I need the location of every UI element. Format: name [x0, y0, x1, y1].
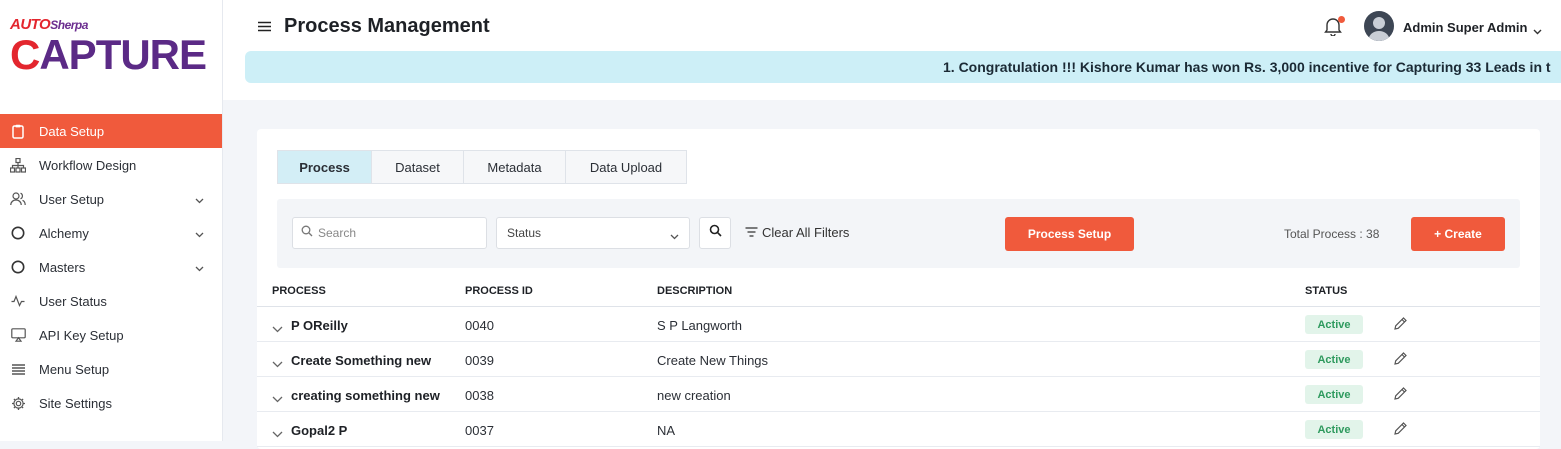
chevron-down-icon[interactable]	[1533, 22, 1542, 40]
logo-c-text: C	[10, 31, 40, 78]
sidebar-item-alchemy[interactable]: Alchemy	[0, 216, 222, 250]
sidebar-item-label: User Status	[39, 293, 107, 309]
sidebar-nav: Data Setup Workflow Design User Setup Al…	[0, 114, 222, 420]
table-row[interactable]: Gopal2 P 0037 NA Active	[257, 412, 1540, 447]
pencil-icon[interactable]	[1393, 316, 1408, 336]
status-badge: Active	[1305, 315, 1363, 334]
logo-apture-text: APTURE	[39, 31, 207, 78]
chevron-down-icon[interactable]	[272, 320, 283, 338]
announcement-ticker: 1. Congratulation !!! Kishore Kumar has …	[245, 51, 1561, 83]
sidebar-item-masters[interactable]: Masters	[0, 250, 222, 284]
process-card: Process Dataset Metadata Data Upload Sta…	[257, 129, 1540, 449]
chevron-down-icon[interactable]	[272, 425, 283, 443]
table-row[interactable]: P OReilly 0040 S P Langworth Active	[257, 307, 1540, 342]
process-description: Create New Things	[657, 353, 769, 368]
process-description: S P Langworth	[657, 318, 743, 333]
status-badge: Active	[1305, 420, 1363, 439]
clear-filters-button[interactable]: Clear All Filters	[745, 225, 849, 240]
search-icon	[709, 224, 722, 242]
process-id: 0037	[465, 423, 494, 438]
sitemap-icon	[10, 157, 26, 173]
sidebar-item-label: API Key Setup	[39, 327, 124, 343]
pencil-icon[interactable]	[1393, 351, 1408, 371]
pencil-icon[interactable]	[1393, 421, 1408, 441]
create-button[interactable]: + Create	[1411, 217, 1505, 251]
sidebar-item-label: Workflow Design	[39, 157, 137, 173]
sidebar-item-label: Masters	[39, 259, 86, 275]
circle-icon	[10, 259, 26, 275]
clipboard-icon	[10, 123, 26, 139]
process-id: 0039	[465, 353, 494, 368]
sidebar-item-api-key-setup[interactable]: API Key Setup	[0, 318, 222, 352]
user-name[interactable]: Admin Super Admin	[1403, 20, 1527, 35]
hamburger-menu-icon[interactable]	[258, 19, 271, 37]
logo-sherpa-text: Sherpa	[50, 18, 88, 32]
process-description: new creation	[657, 388, 731, 403]
table-row[interactable]: creating something new 0038 new creation…	[257, 377, 1540, 412]
monitor-icon	[10, 327, 26, 343]
process-name: creating something new	[291, 388, 440, 403]
chevron-down-icon	[195, 260, 204, 275]
column-header-process[interactable]: PROCESS	[272, 285, 326, 297]
sidebar-item-label: Site Settings	[39, 395, 112, 411]
chevron-down-icon	[195, 226, 204, 241]
chevron-down-icon[interactable]	[272, 390, 283, 408]
notification-dot	[1338, 16, 1345, 23]
tab-process[interactable]: Process	[278, 151, 372, 183]
chevron-down-icon[interactable]	[272, 355, 283, 373]
search-button[interactable]	[699, 217, 731, 249]
column-header-status[interactable]: STATUS	[1305, 285, 1347, 297]
avatar[interactable]	[1364, 11, 1394, 41]
sidebar-item-label: User Setup	[39, 191, 105, 207]
tab-dataset[interactable]: Dataset	[372, 151, 464, 183]
tab-data-upload[interactable]: Data Upload	[566, 151, 686, 183]
ticker-text: 1. Congratulation !!! Kishore Kumar has …	[943, 59, 1551, 75]
process-id: 0038	[465, 388, 494, 403]
sidebar-item-menu-setup[interactable]: Menu Setup	[0, 352, 222, 386]
sidebar-item-user-setup[interactable]: User Setup	[0, 182, 222, 216]
status-badge: Active	[1305, 385, 1363, 404]
sidebar-item-label: Alchemy	[39, 225, 89, 241]
activity-icon	[10, 293, 26, 309]
search-input[interactable]	[318, 226, 478, 240]
top-header: Process Management Admin Super Admin 1. …	[223, 0, 1561, 100]
process-setup-button[interactable]: Process Setup	[1005, 217, 1134, 251]
table-row[interactable]: Create Something new 0039 Create New Thi…	[257, 342, 1540, 377]
status-select[interactable]: Status	[496, 217, 690, 249]
pencil-icon[interactable]	[1393, 386, 1408, 406]
filter-bar: Status Clear All Filters Process Setup T…	[277, 199, 1520, 268]
menu-lines-icon	[10, 361, 26, 377]
process-name: Create Something new	[291, 353, 432, 368]
search-icon	[301, 224, 313, 242]
tab-bar: Process Dataset Metadata Data Upload	[277, 150, 687, 184]
process-name: Gopal2 P	[291, 423, 348, 438]
sidebar-item-label: Data Setup	[39, 123, 105, 139]
clear-filters-label: Clear All Filters	[762, 225, 850, 240]
search-box	[292, 217, 487, 249]
column-header-process-id[interactable]: PROCESS ID	[465, 285, 533, 297]
chevron-down-icon	[195, 192, 204, 207]
filter-icon	[745, 225, 758, 240]
table-header: PROCESS PROCESS ID DESCRIPTION STATUS	[257, 273, 1540, 307]
sidebar-item-site-settings[interactable]: Site Settings	[0, 386, 222, 420]
sidebar-item-label: Menu Setup	[39, 361, 110, 377]
page-title: Process Management	[284, 15, 490, 37]
process-name: P OReilly	[291, 318, 348, 333]
sidebar: AUTOSherpa CAPTURE Data Setup Workflow D…	[0, 0, 223, 441]
tab-metadata[interactable]: Metadata	[464, 151, 566, 183]
gear-icon	[10, 395, 26, 411]
total-process-count: Total Process : 38	[1284, 227, 1380, 241]
status-select-label: Status	[507, 226, 542, 240]
sidebar-item-workflow-design[interactable]: Workflow Design	[0, 148, 222, 182]
capture-logo[interactable]: AUTOSherpa CAPTURE	[10, 16, 210, 82]
process-id: 0040	[465, 318, 494, 333]
circle-icon	[10, 225, 26, 241]
process-description: NA	[657, 423, 676, 438]
status-badge: Active	[1305, 350, 1363, 369]
chevron-down-icon	[670, 229, 679, 243]
column-header-description[interactable]: DESCRIPTION	[657, 285, 732, 297]
sidebar-item-user-status[interactable]: User Status	[0, 284, 222, 318]
users-icon	[10, 191, 26, 207]
sidebar-item-data-setup[interactable]: Data Setup	[0, 114, 222, 148]
